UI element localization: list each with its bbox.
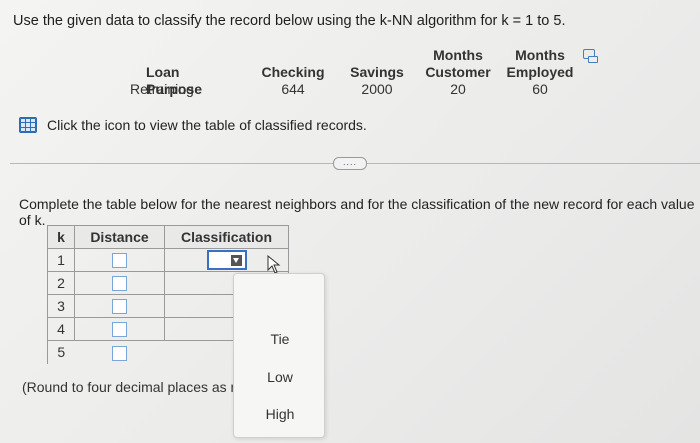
- data-table-icon[interactable]: [19, 117, 37, 133]
- distance-input[interactable]: [112, 322, 127, 338]
- option-tie[interactable]: Tie: [234, 331, 326, 347]
- col-months-employed-header: Employed: [506, 64, 574, 80]
- k-value: 3: [47, 294, 75, 318]
- table-link-text: Click the icon to view the table of clas…: [47, 117, 367, 133]
- question-prompt: Use the given data to classify the recor…: [13, 13, 566, 29]
- distance-column-header: Distance: [74, 225, 165, 249]
- k-column-header: k: [47, 225, 75, 249]
- col-loan-purpose-value: Retraining: [130, 81, 194, 97]
- copy-data-icon[interactable]: [583, 49, 598, 63]
- k-value: 2: [47, 271, 75, 295]
- col-months-customer-value: 20: [450, 81, 466, 97]
- instruction-text: Complete the table below for the nearest…: [19, 196, 695, 228]
- option-high[interactable]: High: [234, 406, 326, 422]
- classification-dropdown[interactable]: [206, 250, 247, 270]
- classification-column-header: Classification: [164, 225, 289, 249]
- chevron-down-icon: [230, 255, 242, 266]
- col-months-employed-header-top: Months: [515, 47, 565, 63]
- col-checking-header: Checking: [261, 64, 325, 80]
- col-savings-value: 2000: [361, 81, 393, 97]
- distance-input[interactable]: [112, 345, 127, 361]
- col-months-customer-header-top: Months: [433, 47, 483, 63]
- rounding-note: (Round to four decimal places as needed.…: [22, 379, 234, 395]
- k-value: 5: [47, 340, 75, 364]
- option-low[interactable]: Low: [234, 369, 326, 385]
- k-value: 4: [47, 317, 75, 341]
- col-checking-value: 644: [281, 81, 305, 97]
- expand-more-button[interactable]: ....: [333, 157, 367, 170]
- col-months-employed-value: 60: [532, 81, 548, 97]
- classification-options-popup: Tie Low High: [233, 273, 325, 438]
- distance-input[interactable]: [112, 253, 127, 269]
- mouse-cursor-icon: [267, 255, 281, 274]
- distance-input[interactable]: [112, 276, 127, 292]
- distance-input[interactable]: [112, 299, 127, 315]
- k-value: 1: [47, 248, 75, 272]
- col-months-customer-header: Customer: [425, 64, 491, 80]
- table-row: 1: [47, 248, 289, 272]
- col-savings-header: Savings: [350, 64, 404, 80]
